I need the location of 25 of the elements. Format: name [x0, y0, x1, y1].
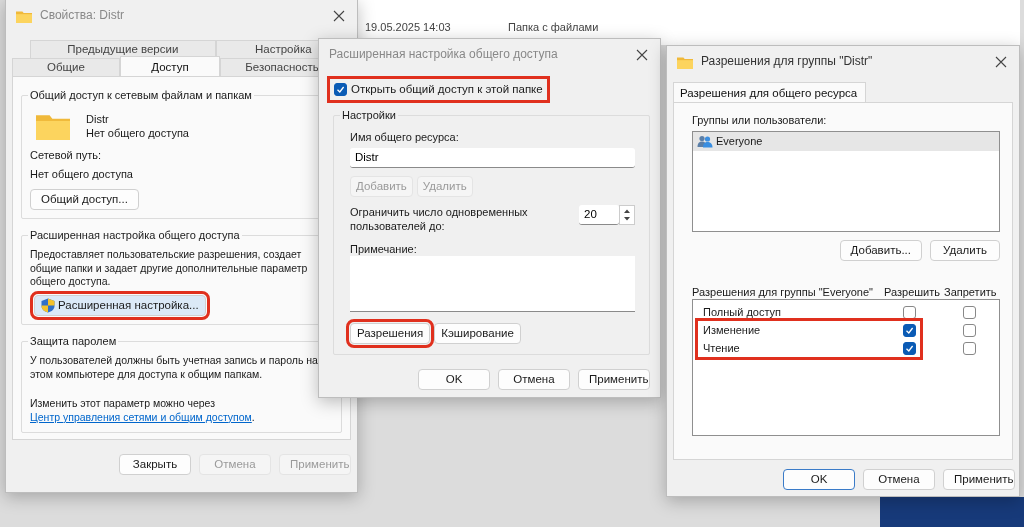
permissions-label: Разрешения для группы "Everyone"	[692, 285, 874, 300]
window-title: Свойства: Distr	[40, 8, 126, 24]
allow-header: Разрешить	[884, 285, 941, 300]
path-value: Нет общего доступа	[30, 166, 134, 182]
checkbox-label: Открыть общий доступ к этой папке	[351, 82, 543, 97]
period-text: .	[251, 410, 255, 423]
file-type-cell: Папка с файлами	[508, 20, 599, 35]
groups-label: Группы или пользователи:	[692, 112, 828, 128]
deny-header: Запретить	[944, 285, 997, 300]
user-limit-label: Ограничить число одновременных пользователей до:	[350, 205, 529, 234]
password-info-text: У пользователей должны быть учетная запись и пароль на этом компьютере для доступа к общим папкам.	[30, 353, 319, 382]
folder-name: Distr	[86, 111, 110, 127]
change-setting-text: Изменить этот параметр можно через	[30, 397, 215, 410]
permission-name: Чтение	[702, 341, 741, 356]
share-name-label: Имя общего ресурса:	[350, 129, 460, 145]
group-title: Общий доступ к сетевым файлам и папкам	[28, 87, 254, 103]
group-title: Расширенная настройка общего доступа	[28, 228, 242, 243]
window-title: Разрешения для группы "Distr"	[701, 54, 874, 70]
comment-label: Примечание:	[350, 241, 418, 256]
date-modified-cell-text: 19.05.2025 14:03	[365, 20, 452, 35]
share-status: Нет общего доступа	[86, 126, 189, 141]
permission-name: Полный доступ	[702, 305, 783, 320]
description-text: Предоставляет пользовательские разрешения, создает общие папки и задает другие дополнительные параметр общего доступа.	[30, 248, 309, 289]
path-label: Сетевой путь:	[30, 148, 103, 163]
permission-name: Изменение	[702, 323, 762, 338]
